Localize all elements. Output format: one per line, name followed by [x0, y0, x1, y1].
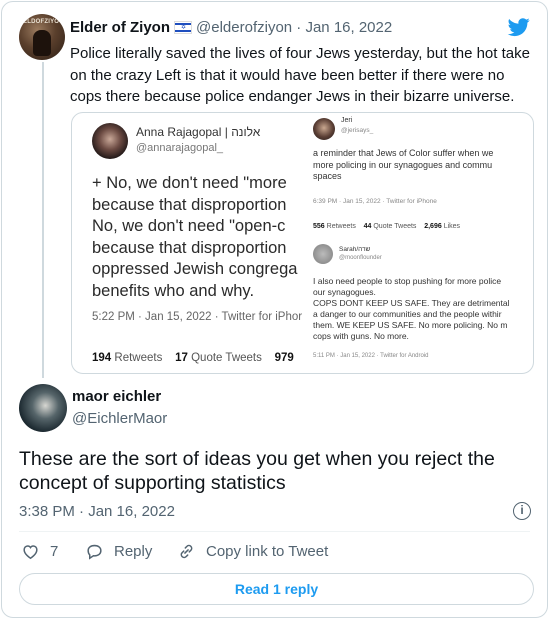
- copy-link-button[interactable]: Copy link to Tweet: [177, 542, 328, 561]
- tweet-embed-card: ELDOFZIYO Elder of Ziyon ✡ @elderofziyon ·…: [1, 1, 548, 618]
- avatar-eichlermaor[interactable]: [19, 384, 67, 432]
- avatar-jeri: [313, 118, 335, 140]
- thread-line: [42, 62, 44, 378]
- sarah-text: I also need people to stop pushing for m…: [313, 276, 510, 341]
- avatar-sarah: [313, 244, 333, 264]
- read-replies-button[interactable]: Read 1 reply: [19, 573, 534, 605]
- jeri-quote-count: 44: [363, 223, 372, 230]
- reply-button[interactable]: Reply: [85, 542, 152, 561]
- jeri-meta: 6:39 PM · Jan 15, 2022 · Twitter for iPh…: [313, 198, 437, 205]
- main-tweet-header: Elder of Ziyon ✡ @elderofziyon · Jan 16, 2…: [70, 19, 392, 36]
- reply-author-handle[interactable]: @EichlerMaor: [72, 410, 167, 427]
- jeri-handle: @jerisays_: [341, 127, 374, 134]
- divider: [19, 531, 530, 532]
- reply-timestamp[interactable]: 3:38 PM · Jan 16, 2022: [19, 503, 175, 520]
- like-count-partial: 979: [274, 352, 294, 364]
- author-handle[interactable]: @elderofziyon: [196, 19, 292, 36]
- sarah-name: Sarah/שרה: [339, 246, 371, 253]
- info-icon[interactable]: i: [513, 502, 531, 520]
- heart-icon: [23, 545, 38, 560]
- quoted-tweet-meta: 5:22 PM · Jan 15, 2022 · Twitter for iPh…: [92, 311, 303, 323]
- quoted-tweet-text: + No, we don't need "more because that d…: [92, 174, 298, 300]
- jeri-retweet-count: 556: [313, 223, 325, 230]
- reply-tweet-text: These are the sort of ideas you get when…: [19, 448, 495, 494]
- reply-label: Reply: [114, 543, 153, 560]
- author-name[interactable]: Elder of Ziyon: [70, 19, 170, 36]
- avatar-text: ELDOFZIYO: [23, 19, 60, 25]
- jeri-text: a reminder that Jews of Color suffer whe…: [313, 148, 494, 181]
- israel-flag-icon: ✡: [174, 21, 193, 34]
- retweet-count: 194: [92, 352, 112, 364]
- reply-bubble-icon: [87, 544, 102, 560]
- jeri-name: Jeri: [341, 117, 353, 124]
- sarah-meta: 5:11 PM · Jan 15, 2022 · Twitter for And…: [313, 353, 429, 359]
- jeri-quote-label: Quote Tweets: [373, 223, 417, 230]
- link-icon: [180, 544, 193, 559]
- tweet-date[interactable]: Jan 16, 2022: [305, 19, 392, 36]
- quote-count: 17: [175, 352, 188, 364]
- jeri-like-label: Likes: [443, 223, 461, 230]
- copy-link-label: Copy link to Tweet: [206, 543, 329, 560]
- quoted-tweet-stats: 194 Retweets 17 Quote Tweets 979: [92, 352, 294, 364]
- screenshot-left-panel: Anna Rajagopal | אלונה @annarajagopal_ +…: [72, 113, 307, 373]
- like-count: 7: [50, 543, 59, 560]
- jeri-retweet-label: Retweets: [326, 223, 356, 230]
- twitter-bird-icon[interactable]: [507, 16, 531, 38]
- jeri-like-count: 2,696: [424, 223, 442, 230]
- sarah-handle: @moonflounder: [339, 255, 382, 261]
- reply-author-name[interactable]: maor eichler: [72, 388, 161, 405]
- quoted-author-handle: @annarajagopal_: [136, 142, 224, 154]
- avatar-elderofziyon[interactable]: ELDOFZIYO: [19, 14, 65, 60]
- avatar-annarajagopal: [92, 123, 128, 159]
- retweet-label: Retweets: [114, 352, 163, 364]
- tweet-media-image[interactable]: Anna Rajagopal | אלונה @annarajagopal_ +…: [71, 112, 534, 374]
- screenshot-right-panel: Jeri @jerisays_ a reminder that Jews of …: [307, 113, 533, 373]
- jeri-stats: 556 Retweets 44 Quote Tweets 2,696 Likes: [313, 223, 460, 230]
- quoted-author-name: Anna Rajagopal | אלונה: [136, 125, 261, 139]
- quote-label: Quote Tweets: [191, 352, 262, 364]
- like-button[interactable]: 7: [21, 542, 58, 561]
- header-separator: ·: [296, 19, 302, 36]
- main-tweet-text: Police literally saved the lives of four…: [70, 45, 530, 105]
